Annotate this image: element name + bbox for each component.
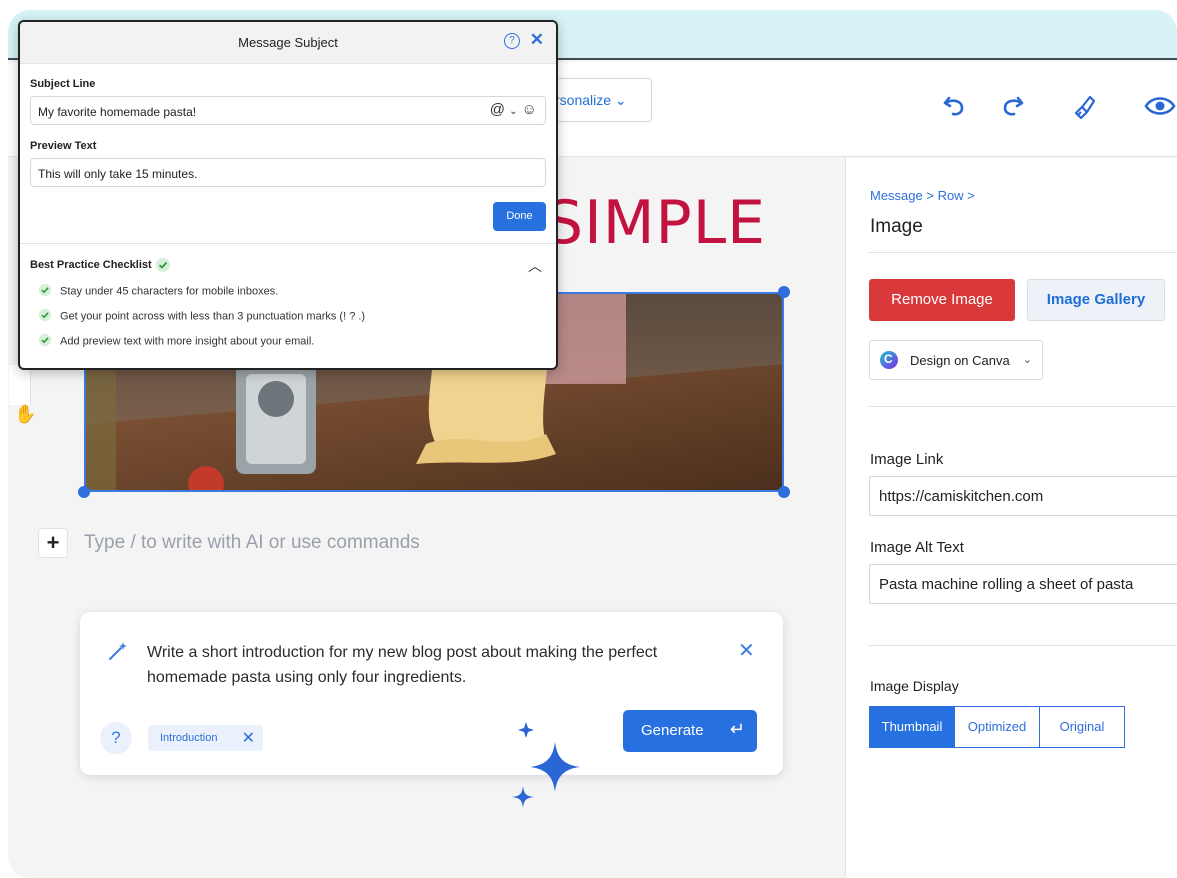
design-on-canva-button[interactable]: Design on Canva ⌄ (869, 340, 1043, 380)
close-icon[interactable]: ✕ (530, 30, 544, 50)
checklist-item: Get your point across with less than 3 p… (38, 308, 365, 325)
enter-key-icon: ↵ (729, 719, 745, 739)
check-circle-icon (155, 257, 171, 278)
chip-label: Introduction (160, 732, 218, 744)
tone-chip[interactable]: Introduction ✕ (148, 725, 263, 751)
breadcrumb[interactable]: Message > Row > (870, 188, 975, 203)
preview-text-value: This will only take 15 minutes. (38, 167, 198, 181)
panel-divider (868, 406, 1177, 407)
image-link-label: Image Link (870, 451, 944, 468)
ai-prompt-card: Write a short introduction for my new bl… (80, 612, 783, 775)
checklist-item-text: Stay under 45 characters for mobile inbo… (60, 285, 279, 298)
modal-header: Message Subject ? ✕ (20, 22, 556, 64)
display-option-thumbnail[interactable]: Thumbnail (869, 706, 955, 748)
canva-logo-icon (880, 351, 898, 369)
sparkle-icon-small (512, 786, 534, 808)
mention-icon[interactable]: @ (490, 101, 505, 118)
checklist-item-text: Add preview text with more insight about… (60, 335, 315, 348)
hand-cursor-icon: ✋ (14, 404, 37, 424)
ai-prompt-text[interactable]: Write a short introduction for my new bl… (147, 640, 737, 690)
display-option-optimized[interactable]: Optimized (954, 706, 1040, 748)
checklist-title: Best Practice Checklist (30, 259, 152, 271)
panel-divider (868, 252, 1177, 253)
generate-label: Generate (641, 722, 704, 739)
resize-handle-bottom-right[interactable] (778, 486, 790, 498)
message-subject-modal: Message Subject ? ✕ Subject Line My favo… (18, 20, 558, 370)
panel-title: Image (870, 216, 923, 237)
chevron-down-icon: ⌄ (1022, 354, 1032, 366)
properties-panel (845, 158, 1177, 878)
chip-remove-icon[interactable]: ✕ (242, 728, 255, 748)
subject-line-value: My favorite homemade pasta! (38, 105, 197, 119)
sparkle-icon (518, 722, 534, 738)
generate-button[interactable]: Generate ↵ (623, 710, 757, 752)
insert-tools[interactable]: @ ⌄ ☺ (490, 101, 537, 118)
sparkle-icon-large (530, 742, 580, 792)
preview-text-input[interactable]: This will only take 15 minutes. (30, 158, 546, 187)
subject-line-input[interactable]: My favorite homemade pasta! @ ⌄ ☺ (30, 96, 546, 125)
image-link-input[interactable]: https://camiskitchen.com (869, 476, 1177, 516)
magic-wand-icon (107, 640, 129, 667)
help-button[interactable]: ? (100, 722, 132, 754)
collapse-chevron-icon[interactable]: ︿ (528, 256, 542, 276)
canva-label: Design on Canva (910, 353, 1010, 368)
check-circle-icon (38, 333, 52, 350)
add-block-button[interactable]: + (38, 528, 68, 558)
checklist-item: Stay under 45 characters for mobile inbo… (38, 283, 278, 300)
email-headline[interactable]: SIMPLE (545, 188, 766, 258)
resize-handle-bottom-left[interactable] (78, 486, 90, 498)
image-gallery-button[interactable]: Image Gallery (1027, 279, 1165, 321)
check-circle-icon (38, 283, 52, 300)
help-icon[interactable]: ? (504, 33, 520, 49)
image-display-label: Image Display (870, 678, 959, 694)
ai-command-placeholder[interactable]: Type / to write with AI or use commands (84, 532, 420, 554)
panel-divider (868, 645, 1177, 646)
image-alt-label: Image Alt Text (870, 539, 964, 556)
modal-title: Message Subject (238, 35, 338, 50)
undo-icon[interactable] (935, 86, 975, 126)
eye-icon[interactable] (1140, 86, 1177, 126)
check-circle-icon (38, 308, 52, 325)
redo-icon[interactable] (992, 86, 1032, 126)
subject-line-label: Subject Line (30, 78, 96, 90)
resize-handle-top-right[interactable] (778, 286, 790, 298)
paint-brush-icon[interactable] (1063, 86, 1103, 126)
modal-divider (20, 243, 556, 244)
emoji-icon[interactable]: ☺ (522, 101, 537, 118)
chevron-down-icon[interactable]: ⌄ (509, 106, 517, 117)
checklist-item: Add preview text with more insight about… (38, 333, 314, 350)
done-button[interactable]: Done (493, 202, 546, 231)
image-alt-input[interactable]: Pasta machine rolling a sheet of pasta (869, 564, 1177, 604)
row-drag-tab[interactable] (9, 365, 31, 405)
close-icon[interactable]: ✕ (738, 638, 755, 663)
preview-text-label: Preview Text (30, 140, 97, 152)
remove-image-button[interactable]: Remove Image (869, 279, 1015, 321)
checklist-item-text: Get your point across with less than 3 p… (60, 310, 366, 323)
display-option-original[interactable]: Original (1039, 706, 1125, 748)
